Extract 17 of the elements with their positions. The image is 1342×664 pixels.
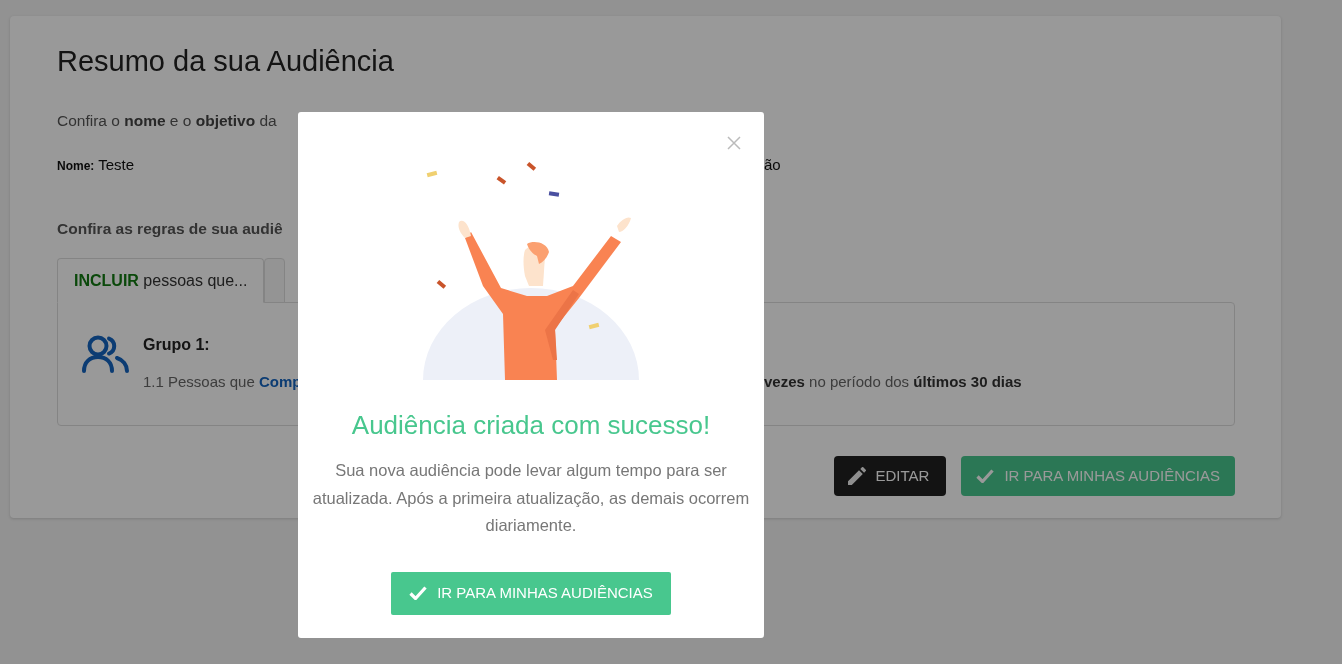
- check-icon: [976, 469, 995, 484]
- name-label: Nome:: [57, 159, 95, 174]
- close-icon[interactable]: [727, 136, 741, 150]
- modal-title: Audiência criada com sucesso!: [350, 410, 712, 442]
- name-value: Teste: [98, 156, 135, 174]
- rules-heading: Confira as regras de sua audiê: [57, 219, 283, 237]
- users-icon: [82, 335, 129, 374]
- check-icon: [409, 586, 428, 601]
- tab[interactable]: INCLUIR pessoas que...: [57, 258, 265, 304]
- pencil-icon: [848, 467, 867, 486]
- objective-text: ão: [764, 156, 781, 174]
- modal-message: Sua nova audiência pode levar algum tempo para ser atualizada. Após a primeira atualização, as demais ocorrem diariamente.: [311, 460, 751, 537]
- group-title: Grupo 1:: [143, 335, 211, 356]
- page-title: Resumo da sua Audiência: [57, 44, 395, 79]
- intro-text: Confira o nome e o objetivo da: [57, 111, 277, 129]
- rule-text: vezes no período dos últimos 30 dias: [764, 372, 1022, 393]
- edit-button[interactable]: EDITAR: [834, 456, 947, 497]
